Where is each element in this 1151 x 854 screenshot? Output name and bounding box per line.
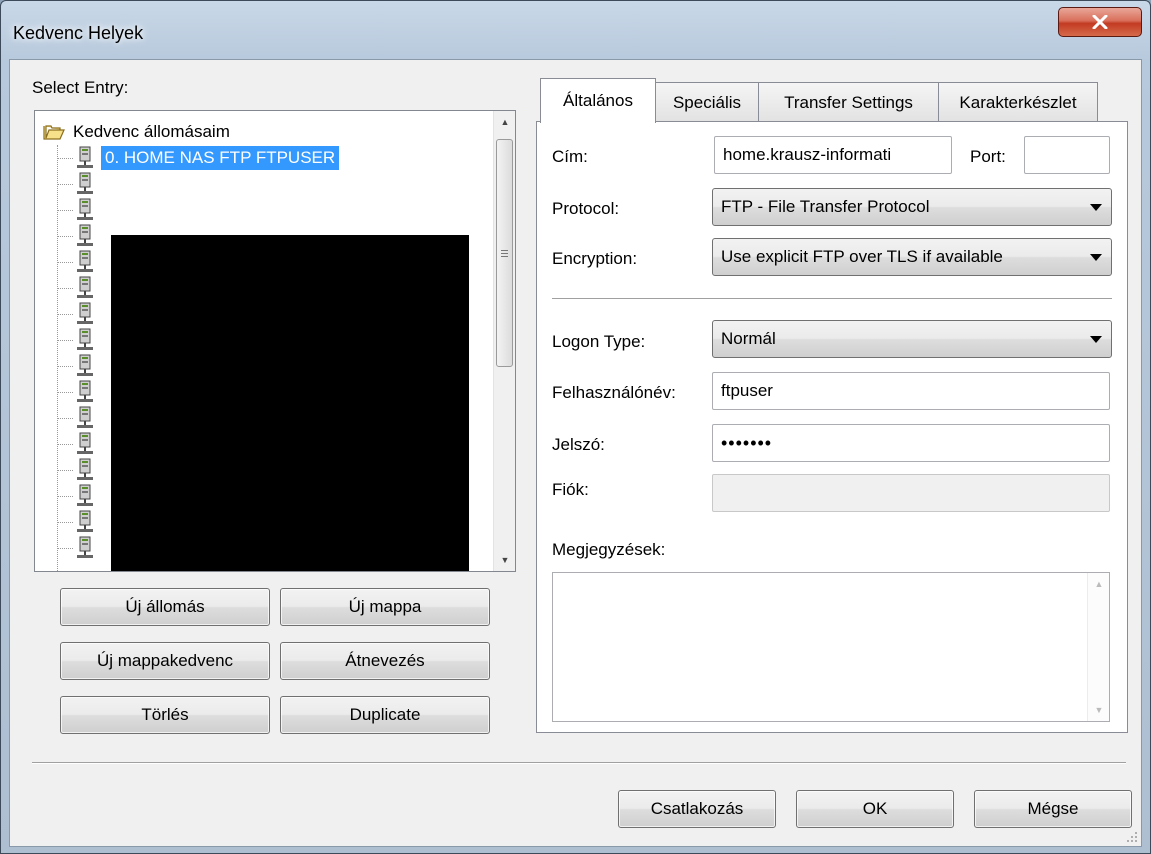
scroll-down-icon[interactable]: ▼ — [494, 549, 515, 571]
new-site-button[interactable]: Új állomás — [60, 588, 270, 626]
username-input[interactable]: ftpuser — [712, 372, 1110, 410]
rename-button[interactable]: Átnevezés — [280, 642, 490, 680]
tree-item[interactable] — [57, 171, 101, 197]
port-input[interactable] — [1024, 136, 1110, 174]
tree-root-label: Kedvenc állomásaim — [73, 122, 230, 141]
tree-item-selected-site[interactable]: 0. HOME NAS FTP FTPUSER — [57, 145, 340, 171]
logon-type-select[interactable]: Normál — [712, 320, 1112, 358]
server-icon — [77, 172, 93, 194]
server-icon — [77, 380, 93, 402]
logon-type-value: Normál — [721, 329, 776, 348]
port-label: Port: — [970, 147, 1006, 166]
tree-item[interactable] — [57, 301, 101, 327]
encryption-value: Use explicit FTP over TLS if available — [721, 247, 1003, 266]
scroll-down-icon[interactable]: ▼ — [1088, 705, 1110, 715]
tree-item[interactable] — [57, 457, 101, 483]
encryption-select[interactable]: Use explicit FTP over TLS if available — [712, 238, 1112, 276]
tree-item[interactable] — [57, 405, 101, 431]
encryption-label: Encryption: — [552, 249, 638, 268]
site-manager-window: Kedvenc Helyek Select Entry: Kedvenc áll… — [0, 0, 1151, 854]
new-folder-button[interactable]: Új mappa — [280, 588, 490, 626]
password-label: Jelszó: — [552, 435, 605, 454]
server-icon — [77, 276, 93, 298]
redacted-area — [111, 235, 469, 571]
title-bar[interactable]: Kedvenc Helyek — [1, 1, 1150, 55]
tab-charset[interactable]: Karakterkészlet — [938, 82, 1098, 122]
tree-item[interactable] — [57, 483, 101, 509]
connect-button[interactable]: Csatlakozás — [618, 790, 776, 828]
grip-icon — [501, 249, 508, 257]
tree-item[interactable] — [57, 275, 101, 301]
scroll-up-icon[interactable]: ▲ — [1088, 579, 1110, 589]
server-icon — [77, 536, 93, 558]
server-icon — [77, 484, 93, 506]
separator — [552, 298, 1112, 300]
account-label: Fiók: — [552, 480, 589, 499]
chevron-down-icon — [1090, 336, 1102, 343]
server-icon — [77, 510, 93, 532]
duplicate-button[interactable]: Duplicate — [280, 696, 490, 734]
window-title: Kedvenc Helyek — [13, 23, 144, 43]
tab-advanced[interactable]: Speciális — [655, 82, 759, 122]
comments-scrollbar[interactable]: ▲ ▼ — [1087, 573, 1109, 721]
tree-item[interactable] — [57, 535, 101, 561]
new-bookmark-button[interactable]: Új mappakedvenc — [60, 642, 270, 680]
server-icon — [77, 406, 93, 428]
tree-item[interactable] — [57, 223, 101, 249]
tree-item[interactable] — [57, 197, 101, 223]
comments-textarea[interactable]: ▲ ▼ — [552, 572, 1110, 722]
tree-item[interactable] — [57, 509, 101, 535]
tree-item[interactable] — [57, 353, 101, 379]
chevron-down-icon — [1090, 254, 1102, 261]
comments-label: Megjegyzések: — [552, 540, 666, 559]
protocol-select[interactable]: FTP - File Transfer Protocol — [712, 188, 1112, 226]
server-icon — [77, 224, 93, 246]
tree-item-label: 0. HOME NAS FTP FTPUSER — [101, 146, 340, 170]
close-button[interactable] — [1058, 7, 1142, 37]
server-icon — [77, 146, 93, 168]
tree-root-folder[interactable]: Kedvenc állomásaim — [43, 119, 230, 145]
scrollbar-thumb[interactable] — [496, 139, 513, 367]
footer-separator — [32, 762, 1126, 764]
server-icon — [77, 458, 93, 480]
password-input[interactable]: ••••••• — [712, 424, 1110, 462]
tab-general[interactable]: Általános — [540, 78, 656, 123]
scroll-up-icon[interactable]: ▲ — [494, 111, 515, 133]
close-icon — [1092, 15, 1108, 29]
username-label: Felhasználónév: — [552, 383, 676, 402]
host-label: Cím: — [552, 147, 588, 166]
tree-item[interactable] — [57, 431, 101, 457]
tree-item[interactable] — [57, 327, 101, 353]
tree-item[interactable] — [57, 379, 101, 405]
server-icon — [77, 302, 93, 324]
delete-button[interactable]: Törlés — [60, 696, 270, 734]
tab-transfer-settings[interactable]: Transfer Settings — [758, 82, 939, 122]
tree-scrollbar[interactable]: ▲ ▼ — [493, 111, 515, 571]
select-entry-label: Select Entry: — [32, 78, 129, 97]
server-icon — [77, 198, 93, 220]
account-input — [712, 474, 1110, 512]
protocol-value: FTP - File Transfer Protocol — [721, 197, 930, 216]
resize-grip-icon[interactable] — [1125, 830, 1139, 844]
ok-button[interactable]: OK — [796, 790, 954, 828]
chevron-down-icon — [1090, 204, 1102, 211]
cancel-button[interactable]: Mégse — [974, 790, 1132, 828]
protocol-label: Protocol: — [552, 199, 620, 218]
server-icon — [77, 432, 93, 454]
server-icon — [77, 250, 93, 272]
site-tree[interactable]: Kedvenc állomásaim 0. HOME NAS FTP FTPUS… — [34, 110, 516, 572]
tree-item[interactable] — [57, 249, 101, 275]
host-input[interactable]: home.krausz-informati — [714, 136, 952, 174]
open-folder-icon — [43, 125, 65, 140]
dialog-client-area: Select Entry: Kedvenc állomásaim 0. HOME… — [9, 59, 1142, 847]
server-icon — [77, 354, 93, 376]
logon-type-label: Logon Type: — [552, 332, 646, 351]
server-icon — [77, 328, 93, 350]
